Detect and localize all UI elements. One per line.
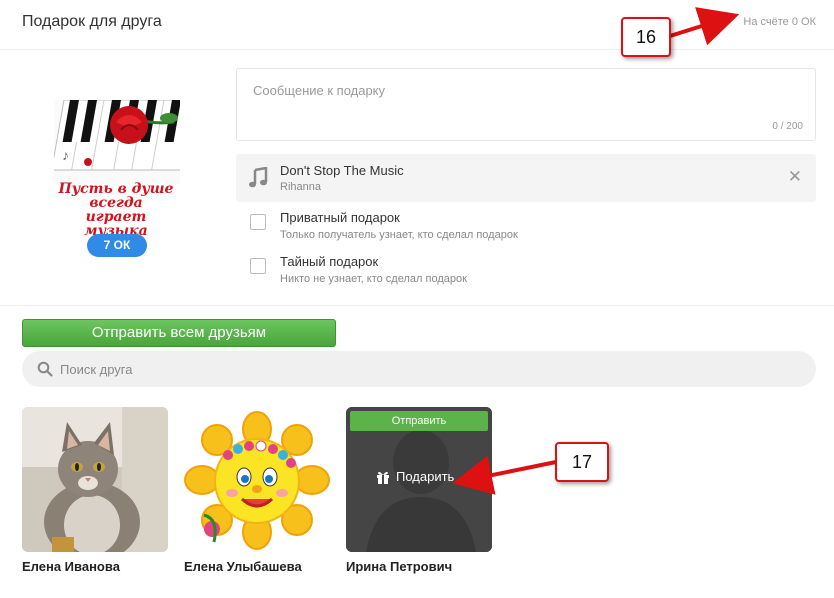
- search-icon: [37, 361, 53, 377]
- gift-button[interactable]: Подарить: [376, 469, 454, 484]
- header: Подарок для друга На счёте 0 ОК: [0, 0, 834, 50]
- friend-name[interactable]: Ирина Петрович: [346, 559, 452, 574]
- send-all-button[interactable]: Отправить всем друзьям: [22, 319, 336, 347]
- gift-price-badge[interactable]: 7 ОК: [87, 234, 147, 257]
- option-description: Только получатель узнает, кто сделал под…: [280, 229, 518, 241]
- gift-button-label: Подарить: [396, 469, 455, 484]
- option-label: Приватный подарок: [280, 210, 400, 225]
- gift-image: ♪: [54, 100, 180, 184]
- close-icon[interactable]: ✕: [788, 168, 802, 186]
- song-title: Don't Stop The Music: [280, 163, 404, 178]
- song-artist: Rihanna: [280, 181, 321, 193]
- option-description: Никто не узнает, кто сделал подарок: [280, 273, 467, 285]
- send-button[interactable]: Отправить: [350, 411, 488, 431]
- char-counter: 0 / 200: [772, 121, 803, 132]
- gift-caption: Пусть в душе всегда играет музыка: [52, 182, 180, 238]
- annotation-callout: 16: [621, 17, 671, 57]
- gift-icon: [377, 471, 389, 484]
- svg-text:♪: ♪: [62, 147, 69, 163]
- balance-label[interactable]: На счёте 0 ОК: [743, 16, 816, 28]
- friend-avatar[interactable]: [22, 407, 168, 552]
- annotation-callout: 17: [555, 442, 609, 482]
- gift-preview: ♪ Пусть в душе всегда играет музыка: [52, 100, 180, 238]
- private-gift-checkbox[interactable]: [250, 214, 266, 230]
- gift-caption-line: всегда: [89, 195, 143, 211]
- search-input[interactable]: [60, 359, 800, 379]
- friend-name[interactable]: Елена Иванова: [22, 559, 120, 574]
- friend-avatar[interactable]: [184, 407, 330, 552]
- divider: [0, 305, 834, 306]
- music-note-icon: [249, 167, 268, 188]
- option-label: Тайный подарок: [280, 254, 379, 269]
- friend-search[interactable]: [22, 351, 816, 387]
- message-placeholder: Сообщение к подарку: [253, 83, 386, 98]
- page-title: Подарок для друга: [22, 13, 162, 30]
- music-attachment: Don't Stop The Music Rihanna ✕: [236, 154, 816, 202]
- friend-avatar[interactable]: Отправить Подарить: [346, 407, 492, 552]
- gift-caption-line: Пусть в душе: [58, 181, 174, 197]
- secret-gift-checkbox[interactable]: [250, 258, 266, 274]
- message-field[interactable]: Сообщение к подарку 0 / 200: [236, 68, 816, 141]
- friend-name[interactable]: Елена Улыбашева: [184, 559, 302, 574]
